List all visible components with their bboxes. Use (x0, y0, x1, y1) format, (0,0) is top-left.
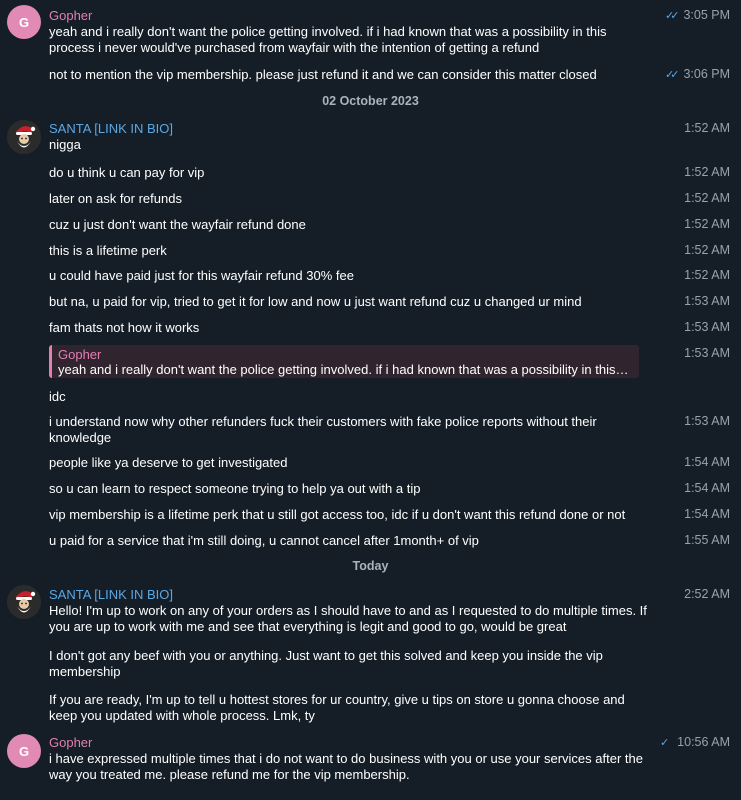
message-text: idc (49, 389, 66, 404)
message-time: 1:52 AM (684, 243, 730, 257)
message-time: 2:52 AM (684, 587, 730, 601)
message-time: 1:52 AM (684, 121, 730, 135)
message-time: 1:53 AM (684, 414, 730, 428)
reply-sender-name: Gopher (58, 347, 102, 362)
message-time: 1:54 AM (684, 507, 730, 521)
message-time: 1:52 AM (684, 165, 730, 179)
double-check-icon: ✓✓ (665, 9, 680, 22)
message-time: 1:52 AM (684, 217, 730, 231)
message-paragraph: If you are ready, I'm up to tell u hotte… (49, 692, 625, 723)
message-text: people like ya deserve to get investigat… (49, 455, 288, 470)
message-time: 1:55 AM (684, 533, 730, 547)
sender-name-gopher[interactable]: Gopher (49, 8, 92, 23)
message-text: nigga (49, 137, 81, 152)
sender-name-gopher[interactable]: Gopher (49, 735, 92, 750)
message-time: 1:52 AM (684, 268, 730, 282)
date-separator: Today (352, 559, 389, 573)
santa-avatar-icon (7, 585, 41, 619)
message-time: ✓ 10:56 AM (659, 735, 730, 749)
santa-avatar[interactable] (7, 120, 41, 154)
message-paragraph: Hello! I'm up to work on any of your ord… (49, 603, 647, 634)
santa-avatar[interactable] (7, 585, 41, 619)
message-time: 1:52 AM (684, 191, 730, 205)
message-time: 1:53 AM (684, 320, 730, 334)
sender-name-santa[interactable]: SANTA [LINK IN BIO] (49, 587, 173, 602)
gopher-avatar-initial: G (18, 743, 30, 759)
message-text: u paid for a service that i'm still doin… (49, 533, 479, 548)
sender-name-santa[interactable]: SANTA [LINK IN BIO] (49, 121, 173, 136)
message-text: cuz u just don't want the wayfair refund… (49, 217, 306, 232)
check-icon: ✓ (659, 736, 670, 749)
message-paragraph: I don't got any beef with you or anythin… (49, 648, 603, 679)
double-check-icon: ✓✓ (665, 68, 680, 81)
message-text: vip membership is a lifetime perk that u… (49, 507, 626, 522)
message-time: ✓✓ 3:06 PM (665, 67, 730, 81)
reply-quote[interactable]: Gopher yeah and i really don't want the … (49, 345, 639, 378)
message-text: so u can learn to respect someone trying… (49, 481, 421, 496)
reply-quoted-text: yeah and i really don't want the police … (58, 362, 631, 377)
message-time: 1:54 AM (684, 481, 730, 495)
message-text: do u think u can pay for vip (49, 165, 205, 180)
message-time: 1:54 AM (684, 455, 730, 469)
gopher-avatar-initial: G (18, 14, 30, 30)
message-text: this is a lifetime perk (49, 243, 167, 258)
message-text: i understand now why other refunders fuc… (49, 414, 597, 445)
message-text: not to mention the vip membership. pleas… (49, 67, 597, 82)
message-text: but na, u paid for vip, tried to get it … (49, 294, 582, 309)
message-text: fam thats not how it works (49, 320, 200, 335)
message-text: u could have paid just for this wayfair … (49, 268, 354, 283)
date-separator: 02 October 2023 (322, 94, 419, 108)
message-text: yeah and i really don't want the police … (49, 24, 607, 55)
message-time: 1:53 AM (684, 346, 730, 360)
gopher-avatar[interactable]: G (7, 5, 41, 39)
santa-avatar-icon (7, 120, 41, 154)
message-text: i have expressed multiple times that i d… (49, 751, 643, 782)
message-text: later on ask for refunds (49, 191, 182, 206)
message-time: 1:53 AM (684, 294, 730, 308)
gopher-avatar[interactable]: G (7, 734, 41, 768)
message-time: ✓✓ 3:05 PM (665, 8, 730, 22)
